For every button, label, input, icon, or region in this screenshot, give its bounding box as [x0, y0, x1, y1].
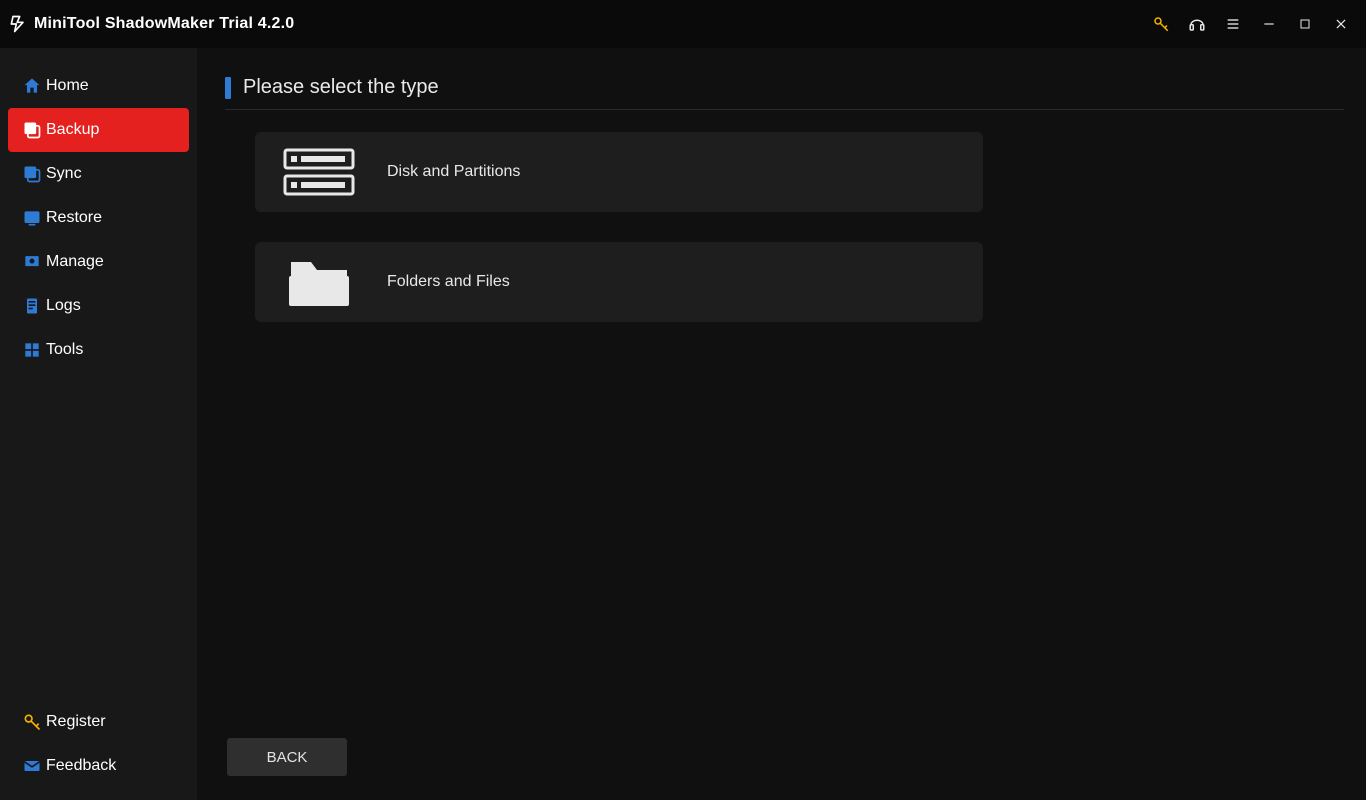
sidebar-item-logs[interactable]: Logs — [8, 284, 189, 328]
sidebar-item-backup[interactable]: Backup — [8, 108, 189, 152]
key-icon — [18, 712, 46, 732]
help-icon[interactable] — [1188, 15, 1206, 33]
sidebar-item-label: Home — [46, 77, 89, 95]
section-header: Please select the type — [225, 76, 1344, 110]
sidebar-item-label: Restore — [46, 209, 102, 227]
option-label: Folders and Files — [387, 273, 510, 291]
app-logo-icon — [8, 14, 28, 34]
title-bar: MiniTool ShadowMaker Trial 4.2.0 — [0, 0, 1366, 48]
sidebar-item-label: Feedback — [46, 757, 116, 775]
app-title: MiniTool ShadowMaker Trial 4.2.0 — [34, 15, 294, 33]
back-button[interactable]: BACK — [227, 738, 347, 776]
sidebar-feedback[interactable]: Feedback — [8, 744, 189, 788]
register-key-icon[interactable] — [1152, 15, 1170, 33]
sidebar-item-label: Sync — [46, 165, 82, 183]
section-title: Please select the type — [243, 76, 439, 99]
home-icon — [18, 76, 46, 96]
sidebar-item-label: Register — [46, 713, 106, 731]
sidebar-item-label: Logs — [46, 297, 81, 315]
sidebar-item-manage[interactable]: Manage — [8, 240, 189, 284]
option-disk-and-partitions[interactable]: Disk and Partitions — [255, 132, 983, 212]
sidebar-item-tools[interactable]: Tools — [8, 328, 189, 372]
title-accent-bar — [225, 77, 231, 99]
disk-icon — [283, 144, 355, 200]
option-label: Disk and Partitions — [387, 163, 520, 181]
option-folders-and-files[interactable]: Folders and Files — [255, 242, 983, 322]
window-actions — [1152, 15, 1358, 33]
sidebar-item-label: Tools — [46, 341, 83, 359]
folder-icon — [283, 254, 355, 310]
backup-icon — [18, 120, 46, 140]
main-pane: Please select the type Disk and Partitio… — [197, 48, 1366, 800]
manage-icon — [18, 252, 46, 272]
sidebar: Home Backup Sync — [0, 48, 197, 800]
sidebar-item-home[interactable]: Home — [8, 64, 189, 108]
tools-icon — [18, 340, 46, 360]
sidebar-item-sync[interactable]: Sync — [8, 152, 189, 196]
back-button-label: BACK — [267, 749, 308, 766]
maximize-icon[interactable] — [1296, 15, 1314, 33]
minimize-icon[interactable] — [1260, 15, 1278, 33]
sidebar-item-label: Backup — [46, 121, 99, 139]
sidebar-item-label: Manage — [46, 253, 104, 271]
sidebar-register[interactable]: Register — [8, 700, 189, 744]
sync-icon — [18, 164, 46, 184]
close-icon[interactable] — [1332, 15, 1350, 33]
menu-icon[interactable] — [1224, 15, 1242, 33]
logs-icon — [18, 296, 46, 316]
mail-icon — [18, 756, 46, 776]
restore-icon — [18, 208, 46, 228]
sidebar-item-restore[interactable]: Restore — [8, 196, 189, 240]
